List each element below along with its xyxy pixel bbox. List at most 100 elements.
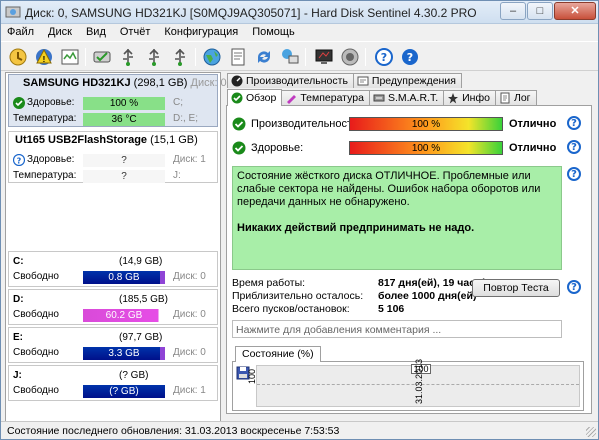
speaker-icon[interactable] (339, 46, 361, 68)
monitor-icon[interactable] (313, 46, 335, 68)
tab-smart[interactable]: S.M.A.R.T. (368, 90, 445, 105)
tab-label: Обзор (246, 92, 277, 104)
performance-help-icon[interactable]: ? (567, 116, 581, 130)
partition-free-row: Свободно 3.3 GB Диск: 0 (9, 347, 217, 361)
partition-name: C: (13, 256, 24, 267)
tab-overview[interactable]: Обзор (227, 89, 283, 106)
menu-help[interactable]: Помощь (252, 24, 295, 41)
menu-disk[interactable]: Диск (48, 24, 72, 41)
menu-config[interactable]: Конфигурация (164, 24, 238, 41)
partition-free-row: Свободно 0.8 GB Диск: 0 (9, 271, 217, 285)
stat-label: Приблизительно осталось: (232, 290, 364, 302)
partition-e[interactable]: E: (97,7 GB) Свободно 3.3 GB Диск: 0 (8, 327, 218, 363)
disk-entry-1[interactable]: Ut165 USB2FlashStorage (15,1 GB) ? Здоро… (8, 131, 218, 183)
free-space-bar: 3.3 GB (83, 347, 165, 360)
retest-button[interactable]: Повтор Теста (472, 279, 560, 297)
tab-label: Предупреждения (371, 75, 456, 87)
partition-c[interactable]: C: (14,9 GB) Свободно 0.8 GB Диск: 0 (8, 251, 218, 287)
main-tabs: Обзор Температура S.M.A.R.T. Инфо Лог (227, 89, 537, 106)
health-label: Здоровье: (27, 97, 75, 108)
disk-size: (15,1 GB) (150, 134, 198, 146)
summary-text: Состояние жёсткого диска ОТЛИЧНОЕ. Пробл… (237, 170, 541, 208)
health-status: Отлично (509, 142, 557, 154)
refresh-disk-icon[interactable] (7, 46, 29, 68)
performance-icon (231, 75, 243, 87)
app-icon (5, 6, 21, 18)
health-bar: 100 % (83, 97, 165, 110)
usb-test-icon[interactable] (169, 46, 191, 68)
network-icon[interactable] (279, 46, 301, 68)
free-space-bar: 60.2 GB (83, 309, 165, 322)
resize-grip[interactable] (586, 427, 596, 437)
usb-icon[interactable] (117, 46, 139, 68)
disk-entry-0[interactable]: SAMSUNG HD321KJ (298,1 GB) Диск: 0 Здоро… (8, 74, 227, 127)
tab-label: Производительность (246, 75, 348, 87)
summary-help-icon[interactable]: ? (567, 167, 581, 181)
free-space-bar: 0.8 GB (83, 271, 165, 284)
tab-health-graph[interactable]: Состояние (%) (235, 346, 321, 362)
app-window: Диск: 0, SAMSUNG HD321KJ [S0MQJ9AQ305071… (0, 0, 599, 440)
partition-size: (97,7 GB) (119, 332, 163, 343)
usb-config-icon[interactable] (143, 46, 165, 68)
svg-text:?: ? (407, 51, 413, 64)
performance-status: Отлично (509, 118, 557, 130)
free-space-value: 0.8 GB (108, 272, 140, 283)
disk-size: (298,1 GB) (133, 77, 188, 89)
partition-free-row: Свободно 60.2 GB Диск: 0 (9, 309, 217, 323)
health-help-icon[interactable]: ? (567, 140, 581, 154)
disk-header: SAMSUNG HD321KJ (298,1 GB) Диск: 0 (9, 77, 227, 92)
disk-number: Диск: 0 (190, 77, 227, 89)
disk-name: Ut165 USB2FlashStorage (15, 134, 148, 146)
maximize-button[interactable]: □ (527, 2, 553, 20)
menu-report[interactable]: Отчёт (120, 24, 150, 41)
free-label: Свободно (13, 309, 59, 320)
help-icon[interactable]: ? (373, 46, 395, 68)
globe-icon[interactable] (201, 46, 223, 68)
comment-field[interactable]: Нажмите для добавления комментария ... (232, 320, 562, 338)
disk-temp-row: Температура: ? J: (9, 170, 217, 184)
stat-label: Всего пусков/остановок: (232, 303, 350, 315)
tab-warnings[interactable]: Предупреждения (352, 73, 462, 88)
temperature-label: Температура: (13, 113, 77, 124)
tab-temperature[interactable]: Температура (281, 90, 370, 105)
minimize-button[interactable]: – (500, 2, 526, 20)
retest-help-icon[interactable]: ? (567, 280, 581, 294)
disk-partitions-2: D:, E; (173, 113, 199, 124)
svg-text:?: ? (17, 157, 22, 166)
menu-view[interactable]: Вид (86, 24, 106, 41)
warning-icon[interactable]: ! (33, 46, 55, 68)
menu-file[interactable]: Файл (7, 24, 34, 41)
disk-test-icon[interactable] (91, 46, 113, 68)
tab-log[interactable]: Лог (494, 90, 537, 105)
temperature-label: Температура: (13, 170, 77, 181)
document-icon[interactable] (227, 46, 249, 68)
health-value: 100 % (411, 143, 441, 154)
disk-header: Ut165 USB2FlashStorage (15,1 GB) (9, 134, 217, 149)
disk-health-row: ? Здоровье: ? Диск: 1 (9, 154, 217, 168)
svg-text:!: ! (43, 55, 46, 64)
close-button[interactable]: ✕ (554, 2, 596, 20)
sync-icon[interactable] (253, 46, 275, 68)
stat-starts: Всего пусков/остановок: 5 106 (232, 303, 562, 316)
tab-performance[interactable]: Производительность (227, 73, 354, 88)
partition-size: (? GB) (119, 370, 149, 381)
about-icon[interactable]: ? (399, 46, 421, 68)
smart-icon (373, 94, 385, 102)
disk-info-icon[interactable] (59, 46, 81, 68)
health-bar: ? (83, 154, 165, 167)
stat-label: Время работы: (232, 277, 306, 289)
performance-bar: 100 % (349, 117, 503, 131)
tab-info[interactable]: Инфо (443, 90, 496, 105)
partition-name: E: (13, 332, 23, 343)
ok-check-icon (13, 97, 25, 109)
health-summary: Состояние жёсткого диска ОТЛИЧНОЕ. Пробл… (232, 166, 562, 270)
partition-disk: Диск: 0 (173, 309, 206, 320)
partition-d[interactable]: D: (185,5 GB) Свободно 60.2 GB Диск: 0 (8, 289, 218, 325)
info-icon (448, 93, 459, 104)
health-row: Здоровье: 100 % Отлично ? (227, 139, 591, 157)
partition-j[interactable]: J: (? GB) Свободно (? GB) Диск: 1 (8, 365, 218, 401)
status-text: Состояние последнего обновления: 31.03.2… (7, 425, 340, 437)
overview-panel: Производительность: 100 % Отлично ? Здор… (226, 105, 592, 414)
health-graph: 100 100 31.03.2013 (232, 359, 584, 411)
tab-label: Лог (513, 92, 531, 104)
